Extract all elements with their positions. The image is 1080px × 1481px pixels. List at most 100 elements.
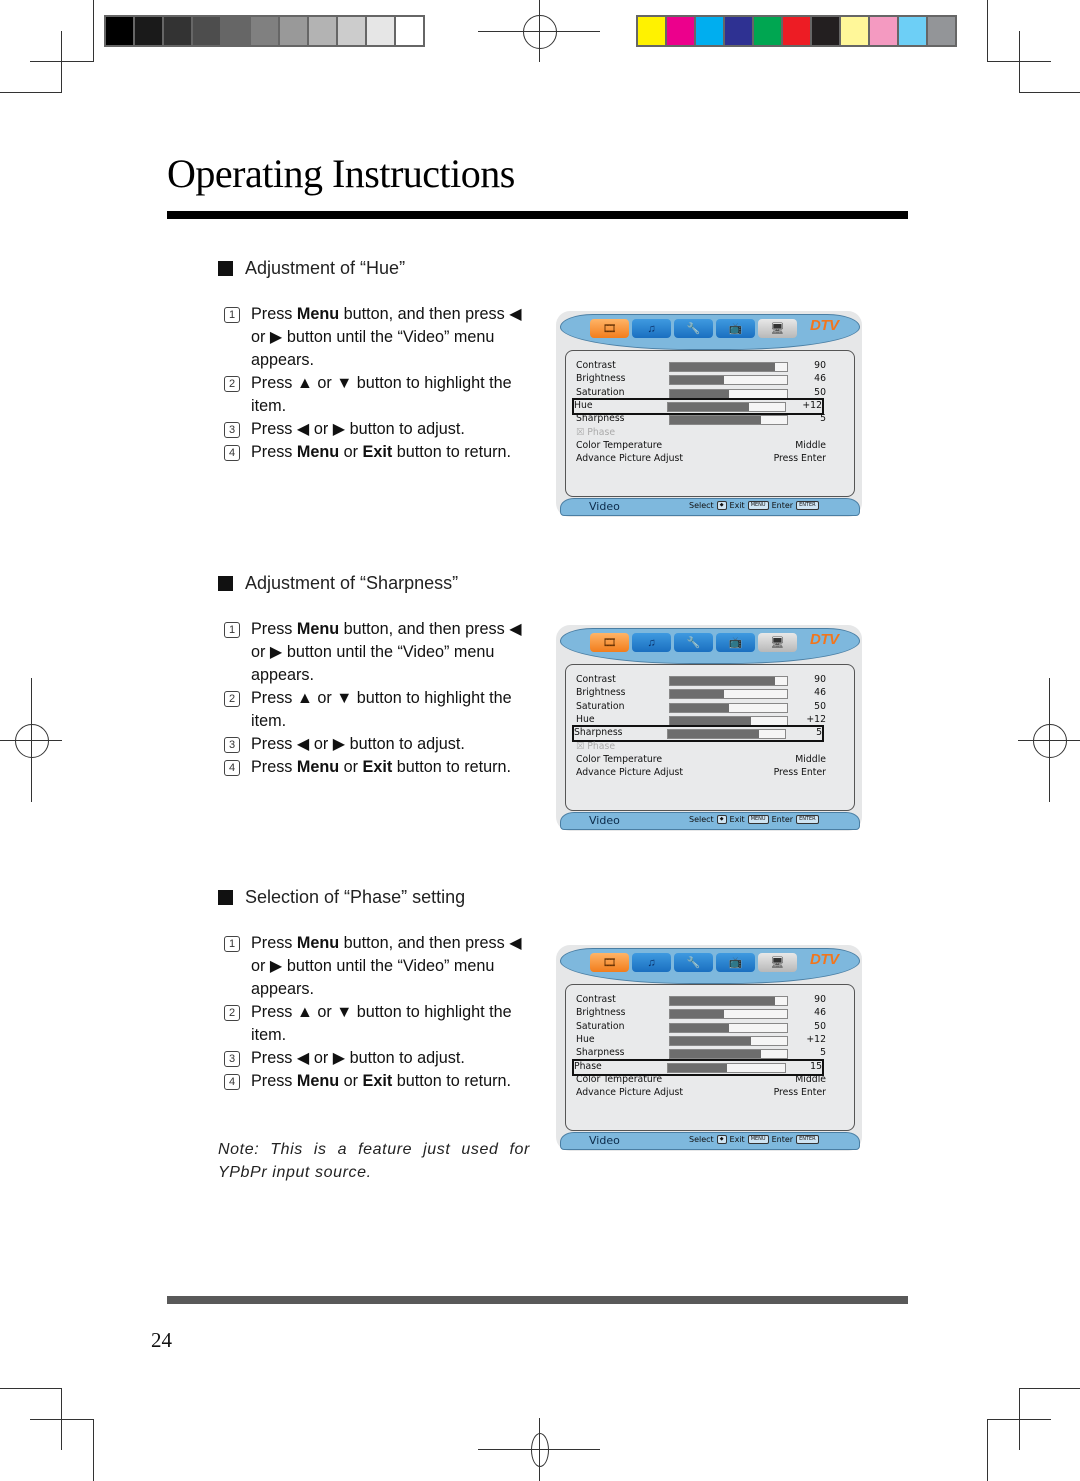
step-item: 4 Press Menu or Exit button to return. <box>224 1070 534 1093</box>
osd-row-label: Brightness <box>576 373 626 385</box>
osd-row-value: Press Enter <box>773 767 826 779</box>
color-swatch <box>928 17 955 45</box>
step-text: Press Menu or Exit button to return. <box>251 1072 512 1090</box>
osd-tab-wrench: 🔧 <box>674 633 713 652</box>
osd-row-value: 90 <box>814 360 826 371</box>
osd-slider-bar <box>669 1035 788 1046</box>
osd-row-value: 50 <box>814 1020 826 1032</box>
osd-row-value: 5 <box>820 1047 826 1059</box>
osd-video-menu-screenshot: 🎞 ♫ 🔧 📺 🖥 DTV Contrast 90 Brightness 46 Saturation… <box>556 625 862 831</box>
osd-row-color-temperature: Color Temperature Middle <box>576 440 826 453</box>
osd-row-label: ☒ Phase <box>576 426 616 438</box>
osd-row-hue: Hue +12 <box>576 1034 826 1047</box>
section-heading-text: Selection of “Phase” setting <box>245 887 466 907</box>
color-swatch <box>841 17 868 45</box>
osd-slider-bar <box>669 996 788 1006</box>
film-icon: 🎞 <box>602 637 617 649</box>
monitor-icon: 🖥 <box>770 957 785 969</box>
osd-row-label: Brightness <box>576 687 626 699</box>
osd-row-label: Saturation <box>576 386 625 398</box>
osd-slider-bar <box>669 689 788 700</box>
osd-row-advance-picture-adjust: Advance Picture Adjust Press Enter <box>576 767 826 780</box>
osd-tab-tv: 📺 <box>716 319 755 338</box>
wrench-icon: 🔧 <box>686 957 701 969</box>
osd-row-value: 50 <box>814 386 826 398</box>
step-number-badge: 1 <box>224 622 240 638</box>
osd-slider-bar <box>669 1049 788 1060</box>
osd-tab-music: ♫ <box>632 633 671 652</box>
osd-row-brightness: Brightness 46 <box>576 373 826 386</box>
color-swatch <box>367 17 394 45</box>
osd-row-value: 5 <box>816 727 822 739</box>
section-heading: Adjustment of “Hue” <box>218 258 405 279</box>
osd-row-label: Hue <box>576 1033 595 1045</box>
osd-row-sharpness: Sharpness 5 <box>576 1047 826 1060</box>
section-heading: Adjustment of “Sharpness” <box>218 573 458 594</box>
osd-row-value: Middle <box>795 439 826 451</box>
select-hint-label: Select <box>689 501 714 510</box>
osd-row-label: Sharpness <box>576 413 625 425</box>
osd-slider-fill <box>670 703 729 712</box>
osd-tab-monitor: 🖥 <box>758 953 797 972</box>
osd-video-menu-screenshot: 🎞 ♫ 🔧 📺 🖥 DTV Contrast 90 Brightness 46 Saturation… <box>556 945 862 1151</box>
process-color-bar <box>636 15 957 47</box>
enter-key-icon: ENTER <box>796 501 819 510</box>
osd-row-label: Sharpness <box>576 1047 625 1059</box>
step-number-badge: 4 <box>224 1074 240 1090</box>
monitor-icon: 🖥 <box>770 637 785 649</box>
color-swatch <box>812 17 839 45</box>
step-text: Press ▲ or ▼ button to highlight the ite… <box>251 374 512 415</box>
wrench-icon: 🔧 <box>686 637 701 649</box>
osd-tab-film: 🎞 <box>590 319 629 338</box>
osd-row-label: Advance Picture Adjust <box>576 453 683 465</box>
color-swatch <box>783 17 810 45</box>
osd-key-hints: Select ◆ Exit MENU Enter ENTER <box>689 501 819 510</box>
osd-row-advance-picture-adjust: Advance Picture Adjust Press Enter <box>576 1087 826 1100</box>
step-text: Press Menu button, and then press ◀ or ▶… <box>251 620 522 684</box>
osd-slider-fill <box>670 363 776 371</box>
step-number-badge: 2 <box>224 691 240 707</box>
enter-hint-label: Enter <box>771 815 794 824</box>
color-swatch <box>696 17 723 45</box>
step-number-badge: 3 <box>224 737 240 753</box>
step-list: 1 Press Menu button, and then press ◀ or … <box>224 303 534 464</box>
osd-row-sharpness: Sharpness 5 <box>572 725 824 743</box>
osd-slider-fill <box>670 1010 724 1019</box>
osd-video-menu-screenshot: 🎞 ♫ 🔧 📺 🖥 DTV Contrast 90 Brightness 46 Saturation… <box>556 311 862 517</box>
title-rule <box>167 211 908 219</box>
osd-slider-fill <box>670 716 751 725</box>
osd-row-label: Saturation <box>576 1020 625 1032</box>
step-item: 1 Press Menu button, and then press ◀ or … <box>224 303 534 372</box>
enter-hint-label: Enter <box>771 501 794 510</box>
osd-slider-fill <box>670 690 724 699</box>
osd-slider-bar <box>669 715 788 726</box>
square-bullet-icon <box>218 576 233 591</box>
square-bullet-icon <box>218 261 233 276</box>
menu-key-icon: MENU <box>747 501 769 510</box>
osd-row-label: Color Temperature <box>576 439 663 451</box>
osd-slider-fill <box>670 1036 751 1045</box>
step-item: 3 Press ◀ or ▶ button to adjust. <box>224 1047 534 1070</box>
osd-row-value: 46 <box>814 373 826 385</box>
osd-row-brightness: Brightness 46 <box>576 687 826 700</box>
osd-slider-fill <box>668 1063 727 1072</box>
osd-key-hints: Select ◆ Exit MENU Enter ENTER <box>689 1135 819 1144</box>
arrows-key-icon: ◆ <box>716 815 727 824</box>
monitor-icon: 🖥 <box>770 323 785 335</box>
osd-row-phase: Phase 15 <box>572 1058 824 1076</box>
color-swatch <box>638 17 665 45</box>
section-heading-text: Adjustment of “Sharpness” <box>245 573 459 593</box>
osd-row-saturation: Saturation 50 <box>576 387 826 400</box>
color-swatch <box>725 17 752 45</box>
step-item: 4 Press Menu or Exit button to return. <box>224 441 534 464</box>
select-hint-label: Select <box>689 1135 714 1144</box>
osd-row-value: Middle <box>795 753 826 765</box>
music-icon: ♫ <box>647 636 656 649</box>
music-icon: ♫ <box>647 956 656 969</box>
step-item: 2 Press ▲ or ▼ button to highlight the it… <box>224 372 534 418</box>
phase-note: Note: This is a feature just used for YP… <box>218 1141 530 1181</box>
osd-row-label: Color Temperature <box>576 1073 663 1085</box>
menu-key-icon: MENU <box>747 1135 769 1144</box>
osd-tab-monitor: 🖥 <box>758 633 797 652</box>
osd-row-value: Middle <box>795 1073 826 1085</box>
